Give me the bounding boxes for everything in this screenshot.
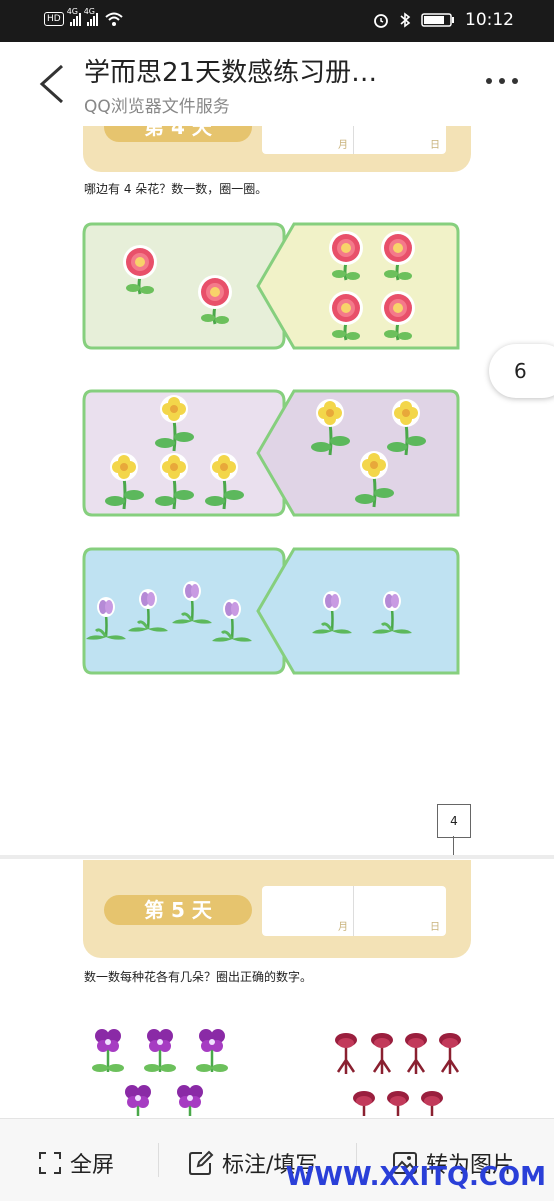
signal-icon: 4G <box>67 7 81 26</box>
day4-header: 第 4 天 月 日 <box>83 126 471 172</box>
page-separator <box>0 855 554 859</box>
clock: 10:12 <box>465 10 514 30</box>
day4-question: 哪边有 4 朵花？数一数，圈一圈。 <box>84 182 268 196</box>
status-right: 10:12 <box>373 10 514 30</box>
watermark: WWW.XXITQ.COM <box>285 1162 546 1192</box>
month-label: 月 <box>338 140 348 151</box>
day5-flowers <box>90 1027 463 1116</box>
day4-label: 第 4 天 <box>104 126 252 142</box>
day4-date-box[interactable]: 月 日 <box>262 126 446 154</box>
day5-label: 第 5 天 <box>104 895 252 925</box>
day5-question: 数一数每种花各有几朵？圈出正确的数字。 <box>84 970 313 984</box>
status-bar: HD 4G 4G 10:12 <box>0 0 554 42</box>
status-left: HD 4G 4G <box>44 7 124 27</box>
edit-icon <box>189 1150 214 1175</box>
page-number-line <box>453 836 454 856</box>
bluetooth-icon <box>400 12 411 28</box>
day-label: 日 <box>430 922 440 933</box>
back-arrow-icon[interactable] <box>36 62 68 106</box>
day5-header: 第 5 天 月 日 <box>83 860 471 958</box>
page-subtitle: QQ浏览器文件服务 <box>84 97 230 117</box>
signal-icon-2: 4G <box>84 7 98 26</box>
red-flowers-panel <box>82 222 460 350</box>
page-title: 学而思21天数感练习册… <box>84 58 378 88</box>
battery-icon <box>421 13 454 27</box>
page-number: 4 <box>437 804 471 838</box>
purple-flowers-panel <box>82 547 460 675</box>
fullscreen-button[interactable]: 全屏 <box>38 1147 114 1179</box>
yellow-flowers-panel <box>82 389 460 517</box>
month-label: 月 <box>338 922 348 933</box>
day5-date-box[interactable]: 月 日 <box>262 886 446 936</box>
fullscreen-icon <box>39 1152 61 1174</box>
alarm-icon <box>374 14 388 28</box>
wifi-icon <box>105 12 123 26</box>
more-menu-icon[interactable] <box>486 78 526 90</box>
page-indicator-badge[interactable]: 6 <box>489 344 554 398</box>
document-viewer[interactable]: 第 4 天 月 日 哪边有 4 朵花？数一数，圈一圈。 4 第 5 天 月 日 … <box>0 126 554 1116</box>
title-bar: 学而思21天数感练习册… QQ浏览器文件服务 <box>0 42 554 126</box>
fullscreen-label: 全屏 <box>70 1153 115 1178</box>
hd-icon: HD <box>44 12 64 26</box>
day-label: 日 <box>430 140 440 151</box>
